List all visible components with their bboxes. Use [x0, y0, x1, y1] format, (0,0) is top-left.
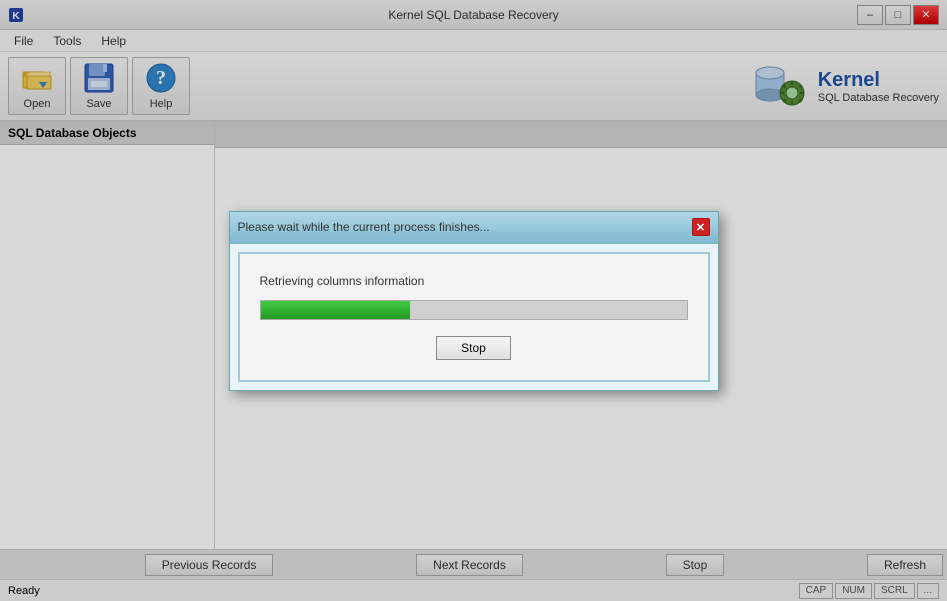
- progress-bar-fill: [261, 301, 410, 319]
- modal-titlebar: Please wait while the current process fi…: [230, 212, 718, 244]
- modal-dialog: Please wait while the current process fi…: [229, 211, 719, 391]
- modal-status-text: Retrieving columns information: [260, 274, 688, 288]
- modal-title: Please wait while the current process fi…: [238, 220, 490, 234]
- modal-stop-button[interactable]: Stop: [436, 336, 511, 360]
- modal-close-button[interactable]: ✕: [692, 218, 710, 236]
- progress-bar: [260, 300, 688, 320]
- modal-overlay: Please wait while the current process fi…: [0, 0, 947, 601]
- modal-body: Retrieving columns information Stop: [238, 252, 710, 382]
